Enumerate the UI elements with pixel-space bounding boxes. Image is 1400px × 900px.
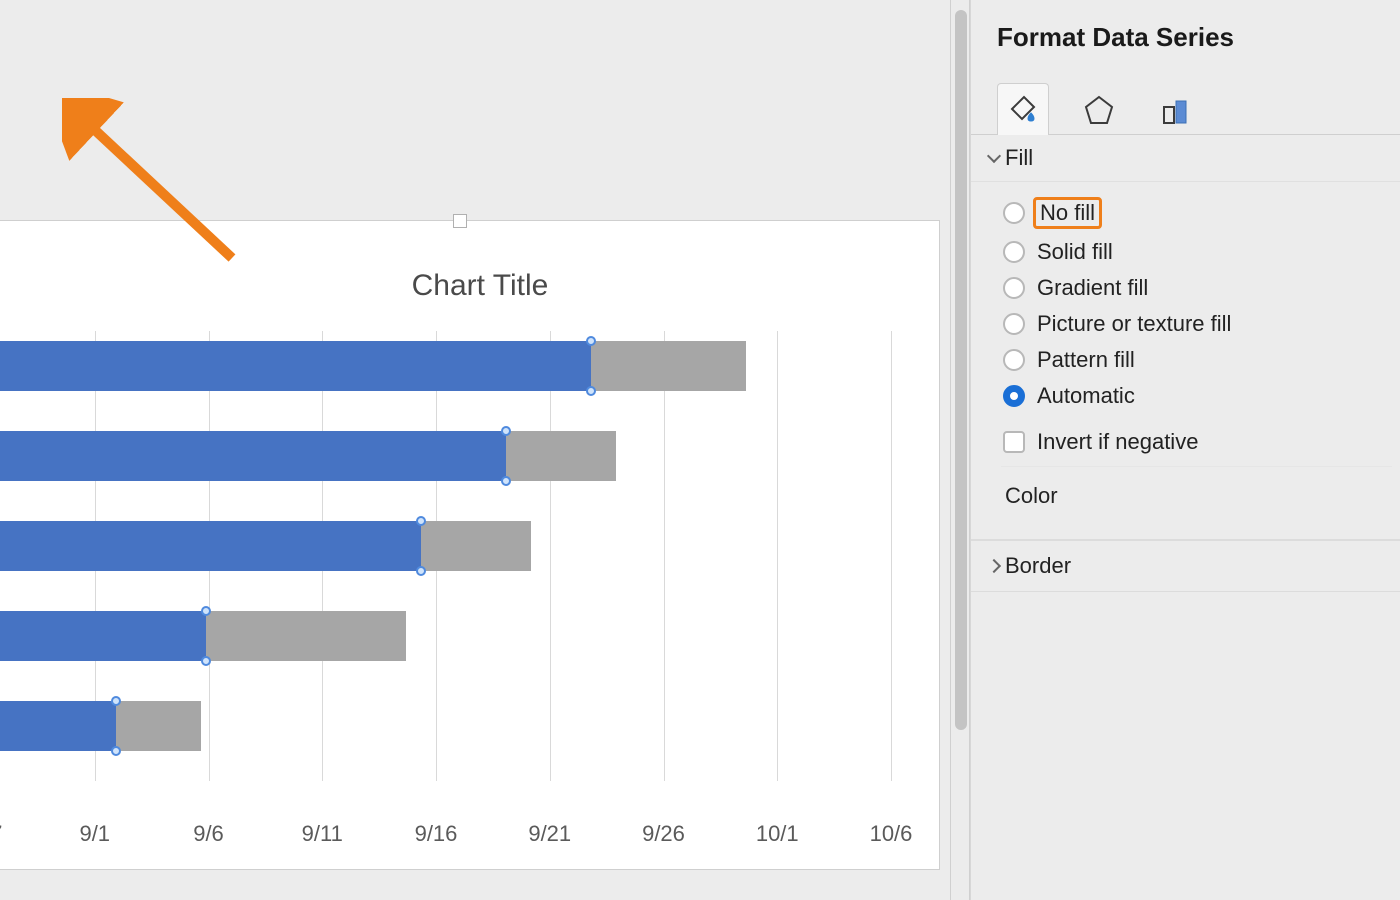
chart-canvas-area: Chart Title 8/27 9/1 9/6 9/11 9/16 9/21 9/26 10… <box>0 0 950 900</box>
x-tick-label: 9/1 <box>79 821 110 847</box>
fill-option-label: Solid fill <box>1037 239 1113 265</box>
radio-icon <box>1003 202 1025 224</box>
selection-handle-icon <box>416 516 426 526</box>
selection-handle-icon <box>501 426 511 436</box>
fill-option-label: Gradient fill <box>1037 275 1148 301</box>
chevron-down-icon <box>987 149 1001 163</box>
app-root: Chart Title 8/27 9/1 9/6 9/11 9/16 9/21 9/26 10… <box>0 0 1400 900</box>
paint-bucket-icon <box>1006 93 1040 127</box>
selection-handle-icon <box>586 386 596 396</box>
fill-section-label: Fill <box>1005 145 1033 171</box>
x-tick-label: 8/27 <box>0 821 2 847</box>
fill-option-solid-fill[interactable]: Solid fill <box>1001 234 1392 270</box>
bar-series-2[interactable] <box>591 341 746 391</box>
invert-label: Invert if negative <box>1037 429 1198 455</box>
fill-option-gradient-fill[interactable]: Gradient fill <box>1001 270 1392 306</box>
selection-handle-top[interactable] <box>453 214 467 228</box>
x-tick-label: 9/6 <box>193 821 224 847</box>
fill-option-label: Automatic <box>1037 383 1135 409</box>
bar-series-1[interactable] <box>0 611 206 661</box>
tab-effects[interactable] <box>1073 83 1125 135</box>
fill-option-automatic[interactable]: Automatic <box>1001 378 1392 414</box>
x-tick-label: 9/11 <box>302 821 343 847</box>
chart-title[interactable]: Chart Title <box>21 269 939 303</box>
fill-option-pattern-fill[interactable]: Pattern fill <box>1001 342 1392 378</box>
radio-icon <box>1003 349 1025 371</box>
chevron-right-icon <box>987 559 1001 573</box>
border-section-label: Border <box>1005 553 1071 579</box>
fill-section-header[interactable]: Fill <box>971 135 1400 182</box>
pane-tab-row <box>971 71 1400 135</box>
tab-series-options[interactable] <box>1149 83 1201 135</box>
fill-option-no-fill[interactable]: No fill <box>1001 192 1392 234</box>
x-tick-label: 10/6 <box>870 821 913 847</box>
selection-handle-icon <box>111 696 121 706</box>
bar-series-1[interactable] <box>0 341 591 391</box>
selection-handle-icon <box>501 476 511 486</box>
gridline <box>891 331 892 781</box>
x-tick-label: 9/26 <box>642 821 685 847</box>
radio-icon <box>1003 385 1025 407</box>
scrollbar-thumb[interactable] <box>955 10 967 730</box>
pentagon-icon <box>1082 93 1116 127</box>
fill-option-label: Picture or texture fill <box>1037 311 1231 337</box>
selection-handle-icon <box>201 656 211 666</box>
bar-series-2[interactable] <box>206 611 406 661</box>
chart-x-axis-labels: 8/279/19/69/119/169/219/2610/110/6 <box>0 821 901 851</box>
radio-icon <box>1003 241 1025 263</box>
bar-series-2[interactable] <box>506 431 616 481</box>
x-tick-label: 9/16 <box>415 821 458 847</box>
tab-fill-and-line[interactable] <box>997 83 1049 135</box>
selection-handle-icon <box>586 336 596 346</box>
fill-option-label: Pattern fill <box>1037 347 1135 373</box>
bar-series-2[interactable] <box>421 521 531 571</box>
color-label: Color <box>1005 483 1058 508</box>
bar-series-1[interactable] <box>0 521 421 571</box>
invert-if-negative[interactable]: Invert if negative <box>1001 424 1392 460</box>
checkbox-icon <box>1003 431 1025 453</box>
x-tick-label: 9/21 <box>528 821 571 847</box>
selection-handle-icon <box>201 606 211 616</box>
bar-chart-icon <box>1158 93 1192 127</box>
chart-bars <box>0 331 891 811</box>
selection-handle-icon <box>416 566 426 576</box>
pane-title: Format Data Series <box>971 0 1400 71</box>
chart-object[interactable]: Chart Title 8/27 9/1 9/6 9/11 9/16 9/21 9/26 10… <box>0 220 940 870</box>
selection-handle-icon <box>111 746 121 756</box>
annotation-highlight: No fill <box>1033 197 1102 229</box>
chart-plot-area: 8/279/19/69/119/169/219/2610/110/6 <box>0 331 901 861</box>
fill-option-label: No fill <box>1040 200 1095 225</box>
bar-series-2[interactable] <box>116 701 201 751</box>
fill-color-row[interactable]: Color <box>1001 466 1392 525</box>
bar-series-1[interactable] <box>0 701 116 751</box>
format-data-series-pane: Format Data Series <box>970 0 1400 900</box>
fill-option-picture-fill[interactable]: Picture or texture fill <box>1001 306 1392 342</box>
vertical-scrollbar[interactable] <box>950 0 970 900</box>
fill-options-group: No fill Solid fill Gradient fill Picture… <box>971 182 1400 540</box>
bar-series-1[interactable] <box>0 431 506 481</box>
radio-icon <box>1003 277 1025 299</box>
x-tick-label: 10/1 <box>756 821 799 847</box>
radio-icon <box>1003 313 1025 335</box>
border-section-header[interactable]: Border <box>971 540 1400 592</box>
